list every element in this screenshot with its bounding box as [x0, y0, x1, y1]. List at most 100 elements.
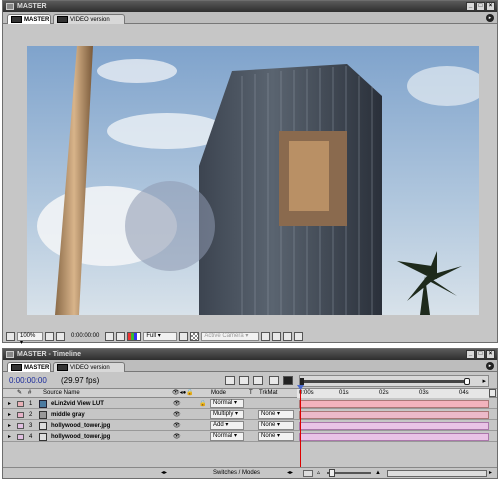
blending-mode-select[interactable]: Normal ▾: [210, 432, 244, 441]
switches-modes-toggle[interactable]: Switches / Modes: [213, 469, 260, 477]
current-time-indicator[interactable]: [300, 387, 301, 467]
tab-master[interactable]: MASTER: [7, 14, 51, 24]
safe-zones-icon[interactable]: [45, 331, 54, 341]
panel-menu-button[interactable]: ▸: [486, 14, 494, 22]
comp-marker-bin-icon[interactable]: [489, 389, 496, 397]
channel-color-icon[interactable]: [127, 331, 142, 341]
table-row[interactable]: ▸ 1 eLin2vid View LUT 👁 🔒 Normal ▾: [3, 399, 497, 409]
layer-duration-bar[interactable]: [299, 411, 489, 419]
tab-master[interactable]: MASTER: [7, 362, 51, 372]
composition-icon: [57, 364, 68, 371]
layer-name[interactable]: hollywood_tower.jpg: [51, 422, 110, 430]
video-switch-icon[interactable]: 👁: [173, 422, 181, 430]
panel-menu-button[interactable]: ▸: [486, 362, 494, 370]
video-switch-icon[interactable]: 👁: [173, 433, 181, 441]
zoom-in-icon[interactable]: ▲: [375, 469, 381, 477]
time-ruler[interactable]: 0:00s 01s 02s 03s 04s: [297, 389, 489, 398]
video-switch-icon[interactable]: 👁: [173, 400, 181, 408]
image-file-icon: [39, 433, 47, 441]
scroll-arrows-icon[interactable]: ◂▸: [287, 469, 293, 477]
window-title: MASTER: [17, 3, 47, 10]
t-header: T: [249, 390, 253, 396]
layer-name[interactable]: middle gray: [51, 411, 85, 419]
window-titlebar[interactable]: MASTER _ □ ×: [3, 1, 497, 12]
horizontal-scrollbar[interactable]: [303, 470, 313, 477]
comp-mini-flowchart-icon[interactable]: [225, 376, 235, 385]
layer-name[interactable]: eLin2vid View LUT: [51, 400, 104, 408]
mode-header: Mode: [211, 390, 227, 396]
label-color[interactable]: [17, 401, 24, 407]
camera-select[interactable]: Active Camera ▾: [201, 331, 260, 341]
adjustment-layer-icon: [39, 400, 47, 408]
expand-triangle-icon[interactable]: ▸: [8, 400, 11, 408]
exposure-icon[interactable]: [294, 331, 304, 341]
fast-preview-icon[interactable]: [179, 331, 189, 341]
live-update-icon[interactable]: [253, 376, 263, 385]
layer-duration-bar[interactable]: [299, 400, 489, 408]
snapshot-icon[interactable]: [105, 331, 115, 341]
layer-name[interactable]: hollywood_tower.jpg: [51, 433, 110, 441]
scroll-right-icon[interactable]: ▸: [489, 469, 492, 477]
shy-icon[interactable]: [269, 376, 279, 385]
av-features-header-icon: ✎: [17, 390, 23, 396]
navigator-right-arrow[interactable]: ▸: [482, 377, 486, 385]
blending-mode-select[interactable]: Normal ▾: [210, 399, 244, 408]
close-icon[interactable]: ×: [486, 2, 495, 11]
minimize-icon[interactable]: _: [466, 350, 475, 359]
zoom-slider-thumb[interactable]: [329, 469, 335, 477]
table-row[interactable]: ▸ 2 middle gray 👁 Multiply ▾ None ▾: [3, 410, 497, 420]
layer-number-header: #: [28, 390, 32, 396]
ruler-label: 01s: [339, 390, 349, 396]
resolution-select[interactable]: Full ▾: [143, 331, 178, 341]
zoom-out-icon[interactable]: ▵: [317, 469, 320, 477]
draft-3d-icon[interactable]: [239, 376, 249, 385]
layer-number: 1: [29, 401, 33, 407]
video-switch-icon[interactable]: 👁: [173, 411, 181, 419]
toggle-pixel-aspect-icon[interactable]: [272, 331, 282, 341]
layer-duration-bar[interactable]: [299, 422, 489, 430]
maximize-icon[interactable]: □: [476, 350, 485, 359]
comp-tab-strip: MASTER VIDEO version ▸: [3, 12, 497, 24]
expand-triangle-icon[interactable]: ▸: [8, 433, 11, 441]
close-icon[interactable]: ×: [486, 350, 495, 359]
label-color[interactable]: [17, 434, 24, 440]
comp-toolbar: 100% ▾ 0:00:00:00 Full ▾ Active Camera ▾: [3, 330, 497, 346]
label-color[interactable]: [17, 423, 24, 429]
track-matte-select[interactable]: None ▾: [258, 432, 294, 441]
tab-video-version[interactable]: VIDEO version: [53, 14, 125, 24]
lock-icon[interactable]: 🔒: [199, 400, 206, 408]
view-layout-icon[interactable]: [261, 331, 271, 341]
layer-empty-area[interactable]: [3, 443, 497, 466]
scroll-arrows-icon[interactable]: ◂▸: [161, 469, 167, 477]
flowchart-icon[interactable]: [283, 331, 293, 341]
expand-triangle-icon[interactable]: ▸: [8, 411, 11, 419]
minimize-icon[interactable]: _: [466, 2, 475, 11]
ruler-label: 0:00s: [299, 390, 314, 396]
time-navigator-bar[interactable]: [304, 380, 464, 383]
show-snapshot-icon[interactable]: [116, 331, 126, 341]
track-matte-select[interactable]: None ▾: [258, 410, 294, 419]
tab-video-version[interactable]: VIDEO version: [53, 362, 125, 372]
blending-mode-select[interactable]: Multiply ▾: [210, 410, 244, 419]
zoom-select[interactable]: 100% ▾: [17, 331, 43, 346]
layer-duration-bar[interactable]: [299, 433, 489, 441]
frame-blending-icon[interactable]: [283, 376, 293, 385]
source-name-header[interactable]: Source Name: [43, 389, 80, 398]
label-color[interactable]: [17, 412, 24, 418]
track-matte-select[interactable]: None ▾: [258, 421, 294, 430]
region-of-interest-icon[interactable]: [6, 331, 15, 341]
expand-triangle-icon[interactable]: ▸: [8, 422, 11, 430]
transparency-grid-icon[interactable]: [190, 331, 200, 341]
table-row[interactable]: ▸ 3 hollywood_tower.jpg 👁 Add ▾ None ▾: [3, 421, 497, 431]
table-row[interactable]: ▸ 4 hollywood_tower.jpg 👁 Normal ▾ None …: [3, 432, 497, 442]
composition-viewer[interactable]: [27, 46, 479, 315]
grid-icon[interactable]: [56, 331, 65, 341]
timeline-titlebar[interactable]: MASTER - Timeline _ □ ×: [3, 349, 497, 360]
work-area-end[interactable]: [464, 378, 470, 385]
maximize-icon[interactable]: □: [476, 2, 485, 11]
scrollbar-track[interactable]: [387, 470, 487, 477]
blending-mode-select[interactable]: Add ▾: [210, 421, 244, 430]
timeline-current-time[interactable]: 0:00:00:00: [9, 376, 47, 385]
current-time[interactable]: 0:00:00:00: [67, 333, 103, 339]
work-area-bar[interactable]: ▸: [299, 375, 489, 387]
